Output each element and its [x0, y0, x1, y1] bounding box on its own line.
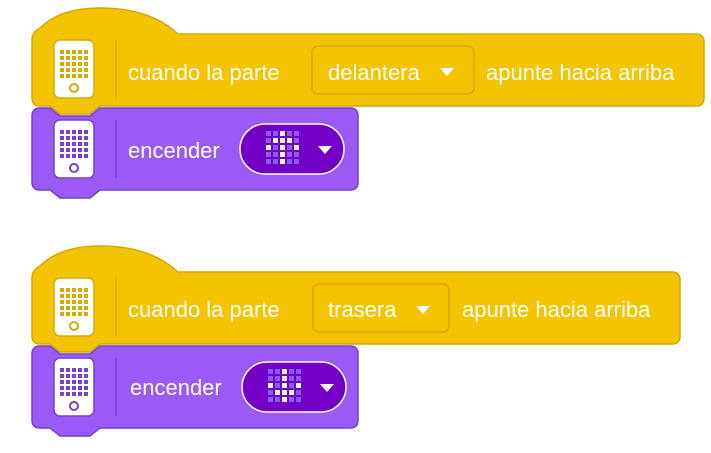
event-prefix-label: cuando la parte: [128, 60, 280, 85]
event-suffix-label: apunte hacia arriba: [462, 297, 651, 322]
arrow-down-pattern-icon: [268, 369, 301, 402]
hub-icon: [53, 119, 95, 179]
face-dropdown[interactable]: delantera: [311, 45, 475, 95]
image-picker[interactable]: [239, 123, 345, 175]
event-block-2[interactable]: cuando la parte trasera apunte hacia arr…: [31, 245, 681, 353]
script-1[interactable]: cuando la parte delantera apunte hacia a…: [31, 7, 705, 199]
hub-icon: [53, 39, 95, 99]
image-picker[interactable]: [241, 361, 347, 413]
hub-icon: [53, 357, 95, 417]
face-dropdown-value: trasera: [328, 297, 397, 322]
event-block-1[interactable]: cuando la parte delantera apunte hacia a…: [31, 7, 705, 115]
action-block-2[interactable]: encender: [31, 345, 359, 437]
event-suffix-label: apunte hacia arriba: [486, 60, 675, 85]
event-prefix-label: cuando la parte: [128, 297, 280, 322]
action-label: encender: [130, 375, 222, 400]
block-canvas: cuando la parte delantera apunte hacia a…: [31, 7, 705, 437]
script-2[interactable]: cuando la parte trasera apunte hacia arr…: [31, 245, 681, 437]
arrow-up-pattern-icon: [266, 131, 299, 164]
action-label: encender: [128, 138, 220, 163]
face-dropdown-value: delantera: [328, 60, 421, 85]
hub-icon: [53, 277, 95, 337]
face-dropdown[interactable]: trasera: [312, 283, 450, 333]
action-block-1[interactable]: encender: [31, 107, 359, 199]
